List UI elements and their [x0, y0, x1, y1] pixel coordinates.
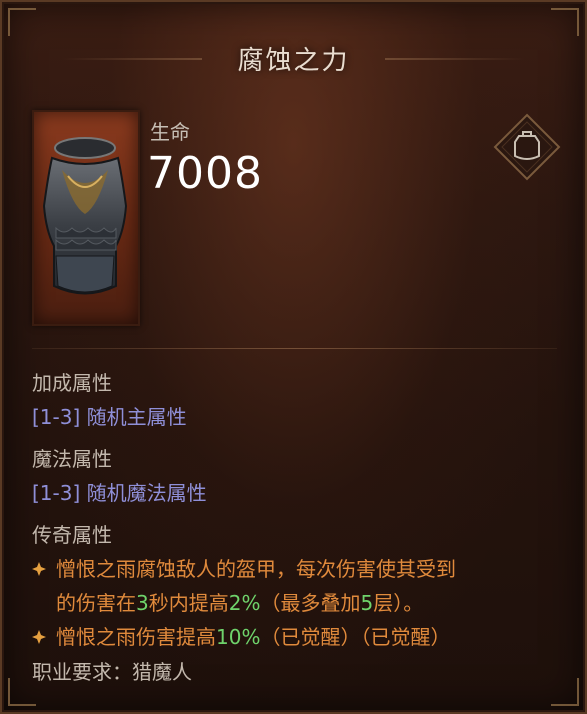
item-properties: 加成属性 [1-3] 随机主属性 魔法属性 [1-3] 随机魔法属性 传奇属性 … [32, 366, 565, 690]
legendary-attributes-heading: 传奇属性 [32, 523, 112, 547]
item-image-frame [32, 110, 140, 326]
legendary-text: 秒内提高 [148, 591, 229, 615]
item-tooltip: 腐蚀之力 生命 7008 加成属性 [1-3] 随机主属性 魔法属性 [1-3]… [0, 0, 587, 714]
legendary-number: 3 [136, 591, 149, 615]
legendary-number: 2% [228, 591, 261, 615]
item-title-bar: 腐蚀之力 [2, 40, 585, 77]
legendary-text: 的伤害在 [56, 591, 136, 615]
chest-armor-icon [42, 137, 128, 295]
title-flourish [62, 58, 202, 60]
item-name: 腐蚀之力 [237, 46, 350, 76]
class-requirement: 职业要求：猎魔人 [32, 660, 192, 684]
stat-value: 7008 [147, 148, 263, 199]
legendary-text: 憎恨之雨伤害提高 [56, 625, 216, 649]
legendary-text: （已觉醒）（已觉醒） [260, 625, 451, 649]
title-flourish [385, 58, 525, 60]
legendary-text: 憎恨之雨腐蚀敌人的盔甲，每次伤害使其受到 [56, 557, 456, 581]
diamond-star-icon [32, 562, 46, 576]
diamond-star-icon [32, 630, 46, 644]
legendary-affix-1: 憎恨之雨腐蚀敌人的盔甲，每次伤害使其受到 的伤害在3秒内提高2%（最多叠加5层）… [32, 552, 565, 620]
legendary-number: 10% [216, 625, 261, 649]
frame-corner [551, 8, 579, 36]
section-divider [32, 348, 557, 349]
legendary-number: 5 [360, 591, 374, 615]
legendary-text: 层）。 [373, 591, 424, 615]
frame-corner [8, 8, 36, 36]
legendary-text: （最多叠加 [260, 591, 361, 615]
bonus-affix: [1-3] 随机主属性 [32, 405, 187, 429]
chest-armor-slot-icon [493, 113, 561, 181]
legendary-affix-2: 憎恨之雨伤害提高10%（已觉醒）（已觉醒） [32, 620, 565, 654]
magic-attributes-heading: 魔法属性 [32, 447, 112, 471]
magic-affix: [1-3] 随机魔法属性 [32, 481, 207, 505]
stat-label: 生命 [150, 120, 190, 144]
bonus-attributes-heading: 加成属性 [32, 371, 112, 395]
